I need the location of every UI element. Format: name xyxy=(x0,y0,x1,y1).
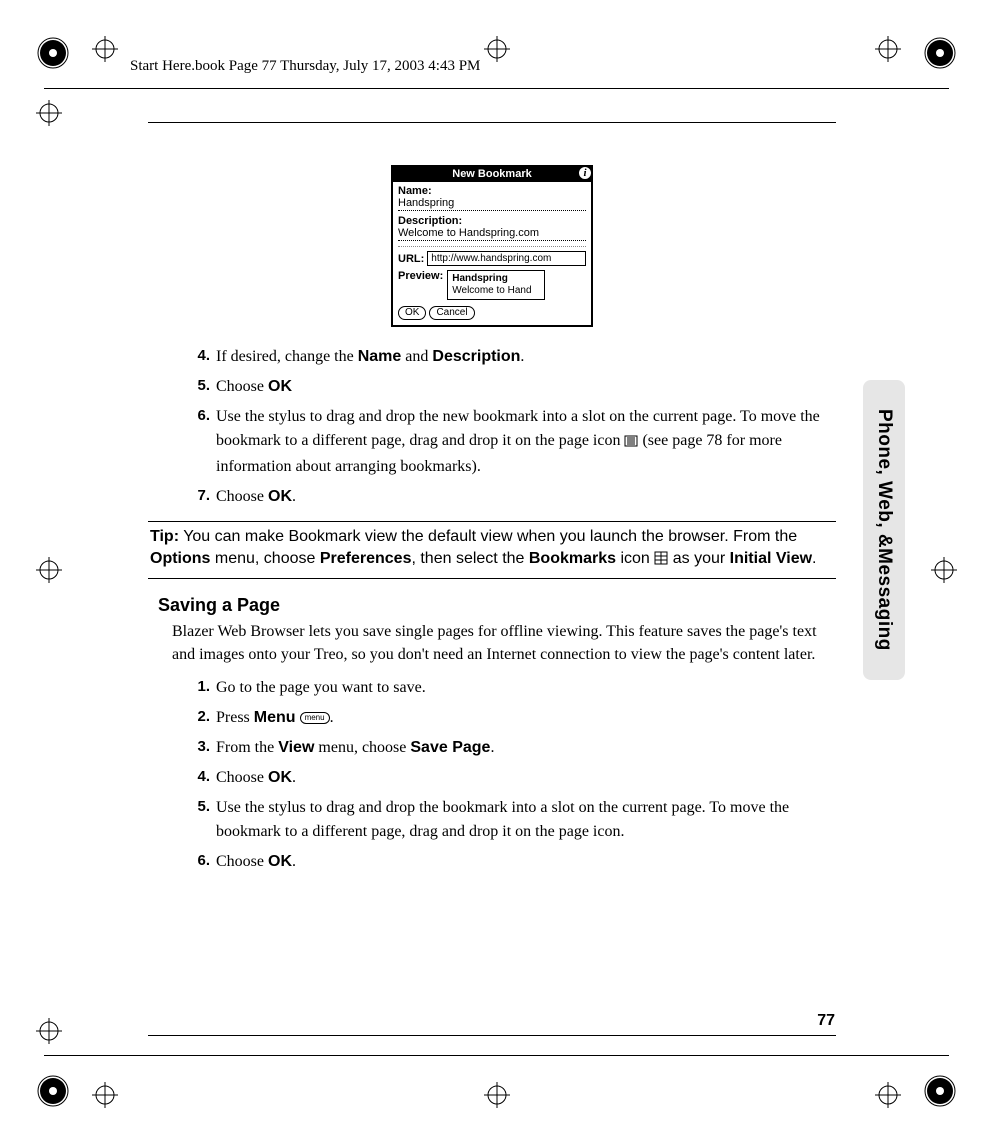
tip-block: Tip: You can make Bookmark view the defa… xyxy=(148,526,836,571)
section-heading: Saving a Page xyxy=(158,595,836,616)
crop-decoration-icon xyxy=(36,36,70,70)
section-tab-label: Phone, Web, &Messaging xyxy=(873,409,895,651)
content-bottom-rule xyxy=(148,1035,836,1036)
preview-label: Preview: xyxy=(398,270,443,282)
tip-rule-top xyxy=(148,521,836,522)
steps-group-b: 1. Go to the page you want to save. 2. P… xyxy=(148,676,836,874)
cancel-button: Cancel xyxy=(429,306,474,320)
registration-mark-icon xyxy=(484,36,510,62)
dialog-title: New Bookmark i xyxy=(393,167,591,182)
step-b4: 4. Choose OK. xyxy=(188,766,836,790)
preview-box: Handspring Welcome to Hand xyxy=(447,270,545,300)
bookmarks-icon xyxy=(654,550,668,572)
registration-mark-icon xyxy=(931,557,957,583)
step-b5: 5. Use the stylus to drag and drop the b… xyxy=(188,796,836,844)
step-6: 6. Use the stylus to drag and drop the n… xyxy=(188,405,836,479)
description-label: Description: xyxy=(398,215,586,227)
new-bookmark-dialog: New Bookmark i Name: Handspring Descript… xyxy=(391,165,593,327)
ok-button: OK xyxy=(398,306,426,320)
registration-mark-icon xyxy=(875,1082,901,1108)
registration-mark-icon xyxy=(484,1082,510,1108)
crop-decoration-icon xyxy=(923,36,957,70)
step-b6: 6. Choose OK. xyxy=(188,850,836,874)
crop-decoration-icon xyxy=(923,1074,957,1108)
registration-mark-icon xyxy=(36,557,62,583)
crop-rule xyxy=(44,88,949,89)
step-b3: 3. From the View menu, choose Save Page. xyxy=(188,736,836,760)
steps-group-a: 4. If desired, change the Name and Descr… xyxy=(148,345,836,509)
registration-mark-icon xyxy=(36,100,62,126)
step-7: 7. Choose OK. xyxy=(188,485,836,509)
url-value: http://www.handspring.com xyxy=(427,251,586,266)
info-icon: i xyxy=(577,165,593,181)
section-tab: Phone, Web, &Messaging xyxy=(863,380,905,680)
crop-rule xyxy=(44,1055,949,1056)
url-label: URL: xyxy=(398,253,424,265)
menu-button-icon: menu xyxy=(300,712,330,724)
registration-mark-icon xyxy=(92,1082,118,1108)
step-4: 4. If desired, change the Name and Descr… xyxy=(188,345,836,369)
name-label: Name: xyxy=(398,185,586,197)
step-b1: 1. Go to the page you want to save. xyxy=(188,676,836,700)
section-description: Blazer Web Browser lets you save single … xyxy=(148,620,836,666)
registration-mark-icon xyxy=(875,36,901,62)
description-value: Welcome to Handspring.com xyxy=(398,227,586,241)
step-b2: 2. Press Menu menu. xyxy=(188,706,836,730)
page-number: 77 xyxy=(817,1012,835,1030)
page-icon xyxy=(624,431,638,455)
content-top-rule xyxy=(148,122,836,123)
name-value: Handspring xyxy=(398,197,586,211)
registration-mark-icon xyxy=(36,1018,62,1044)
page-header: Start Here.book Page 77 Thursday, July 1… xyxy=(130,58,480,75)
registration-mark-icon xyxy=(92,36,118,62)
crop-decoration-icon xyxy=(36,1074,70,1108)
step-5: 5. Choose OK xyxy=(188,375,836,399)
tip-rule-bottom xyxy=(148,578,836,579)
